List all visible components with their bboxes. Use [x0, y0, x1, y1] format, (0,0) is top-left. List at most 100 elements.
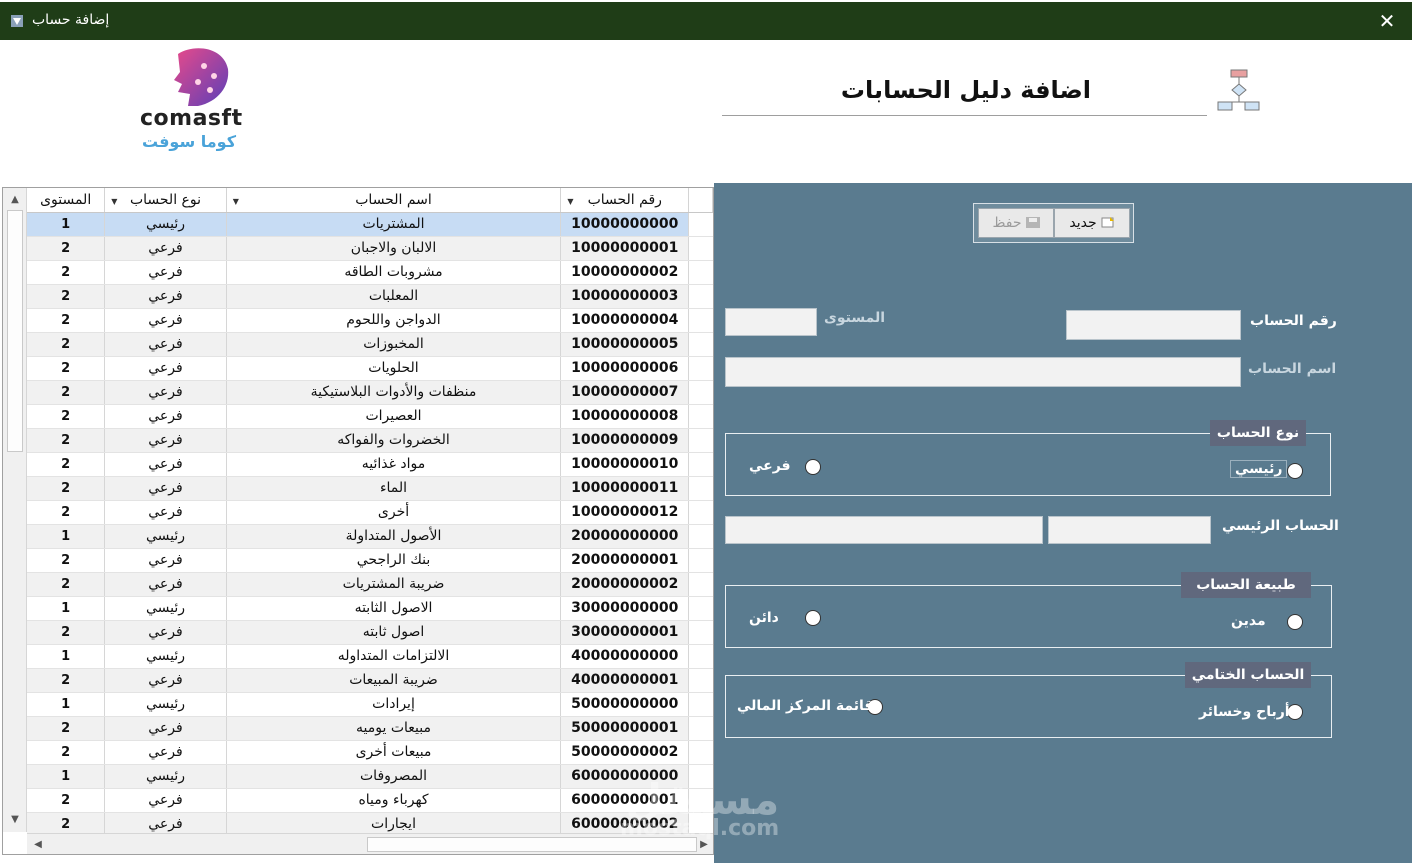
cell-number[interactable]: 10000000007: [560, 380, 690, 405]
table-row[interactable]: 2 فرعي مبيعات أخرى 50000000002: [27, 740, 713, 765]
radio-sub[interactable]: [805, 459, 821, 475]
cell-level[interactable]: 1: [27, 212, 106, 237]
cell-type[interactable]: فرعي: [104, 260, 227, 285]
table-row[interactable]: 1 رئيسي الاصول الثابته 30000000000: [27, 596, 713, 621]
cell-type[interactable]: فرعي: [104, 788, 227, 813]
cell-name[interactable]: الاصول الثابته: [226, 596, 562, 621]
cell-type[interactable]: فرعي: [104, 500, 227, 525]
cell-level[interactable]: 2: [27, 620, 106, 645]
cell-name[interactable]: الأصول المتداولة: [226, 524, 562, 549]
radio-sub-label[interactable]: فرعي: [749, 458, 791, 474]
cell-number[interactable]: 10000000005: [560, 332, 690, 357]
column-header-number[interactable]: ▼ رقم الحساب: [560, 188, 690, 213]
cell-type[interactable]: فرعي: [104, 620, 227, 645]
table-row[interactable]: 2 فرعي كهرباء ومياه 60000000001: [27, 788, 713, 813]
cell-number[interactable]: 50000000001: [560, 716, 690, 741]
radio-main[interactable]: [1287, 463, 1303, 479]
cell-name[interactable]: كهرباء ومياه: [226, 788, 562, 813]
cell-name[interactable]: مشروبات الطاقه: [226, 260, 562, 285]
table-row[interactable]: 2 فرعي منظفات والأدوات البلاستيكية 10000000…: [27, 380, 713, 405]
cell-type[interactable]: رئيسي: [104, 524, 227, 549]
cell-name[interactable]: المعلبات: [226, 284, 562, 309]
cell-number[interactable]: 10000000011: [560, 476, 690, 501]
parent-account-name-input[interactable]: [725, 516, 1043, 544]
cell-level[interactable]: 2: [27, 716, 106, 741]
table-row[interactable]: 2 فرعي الخضروات والفواكه 10000000009: [27, 428, 713, 453]
new-button[interactable]: جديد: [1054, 208, 1130, 238]
cell-type[interactable]: فرعي: [104, 428, 227, 453]
scroll-up-icon[interactable]: ▲: [3, 190, 27, 210]
table-row[interactable]: 2 فرعي مبيعات يوميه 50000000001: [27, 716, 713, 741]
cell-type[interactable]: فرعي: [104, 476, 227, 501]
radio-balance-sheet-label[interactable]: قائمة المركز المالي: [737, 698, 873, 714]
horizontal-scrollbar[interactable]: ◀ ▶: [27, 833, 713, 854]
cell-number[interactable]: 40000000001: [560, 668, 690, 693]
cell-type[interactable]: فرعي: [104, 284, 227, 309]
cell-level[interactable]: 1: [27, 764, 106, 789]
cell-name[interactable]: منظفات والأدوات البلاستيكية: [226, 380, 562, 405]
cell-number[interactable]: 20000000002: [560, 572, 690, 597]
cell-level[interactable]: 1: [27, 692, 106, 717]
cell-number[interactable]: 40000000000: [560, 644, 690, 669]
cell-name[interactable]: المصروفات: [226, 764, 562, 789]
column-header-name[interactable]: ▼ اسم الحساب: [226, 188, 562, 213]
sort-arrow-icon[interactable]: ▼: [111, 197, 117, 206]
vertical-scrollbar[interactable]: ▲ ▼: [3, 188, 27, 832]
cell-number[interactable]: 10000000010: [560, 452, 690, 477]
cell-type[interactable]: رئيسي: [104, 212, 227, 237]
table-row[interactable]: 2 فرعي ضريبة المشتريات 20000000002: [27, 572, 713, 597]
cell-number[interactable]: 10000000008: [560, 404, 690, 429]
cell-level[interactable]: 1: [27, 596, 106, 621]
cell-number[interactable]: 10000000004: [560, 308, 690, 333]
cell-number[interactable]: 10000000012: [560, 500, 690, 525]
cell-name[interactable]: الالتزامات المتداوله: [226, 644, 562, 669]
cell-type[interactable]: فرعي: [104, 380, 227, 405]
cell-name[interactable]: مبيعات أخرى: [226, 740, 562, 765]
parent-account-code-input[interactable]: [1048, 516, 1211, 544]
account-name-input[interactable]: [725, 357, 1241, 387]
cell-level[interactable]: 2: [27, 572, 106, 597]
cell-level[interactable]: 2: [27, 356, 106, 381]
table-row[interactable]: 1 رئيسي الالتزامات المتداوله 40000000000: [27, 644, 713, 669]
cell-number[interactable]: 10000000006: [560, 356, 690, 381]
cell-level[interactable]: 2: [27, 500, 106, 525]
table-row[interactable]: 2 فرعي المعلبات 10000000003: [27, 284, 713, 309]
cell-number[interactable]: 10000000001: [560, 236, 690, 261]
cell-type[interactable]: فرعي: [104, 668, 227, 693]
cell-number[interactable]: 10000000003: [560, 284, 690, 309]
table-row[interactable]: 1 رئيسي المشتريات 10000000000: [27, 212, 713, 237]
radio-profit-loss-label[interactable]: أرباح وخسائر: [1199, 704, 1290, 720]
table-row[interactable]: 2 فرعي بنك الراجحي 20000000001: [27, 548, 713, 573]
cell-level[interactable]: 1: [27, 524, 106, 549]
account-number-input[interactable]: [1066, 310, 1241, 340]
column-header-type[interactable]: ▼ نوع الحساب: [104, 188, 227, 213]
cell-level[interactable]: 2: [27, 668, 106, 693]
cell-level[interactable]: 2: [27, 452, 106, 477]
cell-number[interactable]: 20000000001: [560, 548, 690, 573]
cell-type[interactable]: فرعي: [104, 332, 227, 357]
sort-arrow-icon[interactable]: ▼: [567, 197, 573, 206]
cell-name[interactable]: مواد غذائيه: [226, 452, 562, 477]
radio-main-label[interactable]: رئيسي: [1230, 460, 1288, 478]
cell-level[interactable]: 2: [27, 476, 106, 501]
scroll-left-icon[interactable]: ◀: [29, 834, 47, 854]
cell-type[interactable]: فرعي: [104, 404, 227, 429]
cell-type[interactable]: فرعي: [104, 452, 227, 477]
cell-level[interactable]: 2: [27, 284, 106, 309]
table-row[interactable]: 2 فرعي الالبان والاجبان 10000000001: [27, 236, 713, 261]
cell-name[interactable]: الماء: [226, 476, 562, 501]
cell-level[interactable]: 2: [27, 380, 106, 405]
cell-type[interactable]: رئيسي: [104, 596, 227, 621]
save-button[interactable]: حفظ: [978, 208, 1054, 238]
cell-type[interactable]: فرعي: [104, 716, 227, 741]
table-row[interactable]: 2 فرعي مشروبات الطاقه 10000000002: [27, 260, 713, 285]
column-header-level[interactable]: المستوى: [27, 188, 106, 213]
cell-type[interactable]: فرعي: [104, 308, 227, 333]
cell-name[interactable]: اصول ثابته: [226, 620, 562, 645]
radio-debit[interactable]: [1287, 614, 1303, 630]
cell-level[interactable]: 2: [27, 740, 106, 765]
cell-name[interactable]: العصيرات: [226, 404, 562, 429]
accounts-grid[interactable]: ▲ ▼ المستوى ▼ نوع الحساب ▼ اسم الحساب ▼ رقم…: [2, 187, 714, 855]
cell-level[interactable]: 2: [27, 548, 106, 573]
cell-level[interactable]: 1: [27, 644, 106, 669]
